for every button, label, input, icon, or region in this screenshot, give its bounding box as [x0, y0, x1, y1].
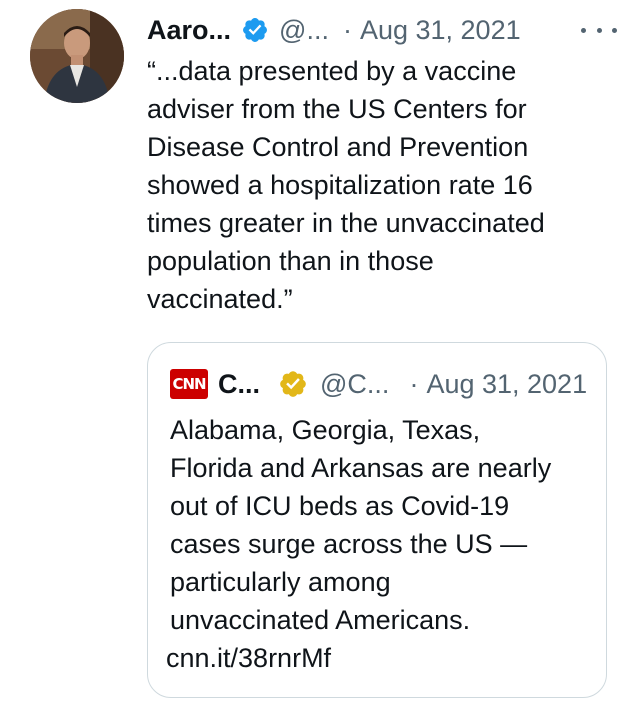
quoted-tweet[interactable]: CNN C... @C... · Aug 31, 2021 Alabama, G…	[147, 342, 607, 698]
quoted-author-name[interactable]: C...	[218, 369, 260, 400]
quoted-tweet-text: Alabama, Georgia, Texas, Florida and Ark…	[170, 415, 552, 635]
quoted-tweet-link[interactable]: cnn.it/38rnrMf	[166, 639, 331, 677]
more-horizontal-icon[interactable]	[581, 16, 617, 44]
quoted-tweet-header: CNN C... @C... · Aug 31, 2021	[170, 365, 590, 403]
tweet-text: “...data presented by a vaccine adviser …	[147, 56, 545, 314]
tweet-date[interactable]: Aug 31, 2021	[360, 15, 521, 46]
quoted-separator-dot: ·	[409, 368, 419, 399]
quoted-author-handle[interactable]: @C...	[320, 369, 389, 400]
gold-verified-badge-icon	[280, 371, 306, 397]
tweet-header: Aaro... @... · Aug 31, 2021	[147, 10, 617, 50]
cnn-logo-icon: CNN	[170, 369, 208, 399]
separator-dot: ·	[342, 14, 352, 45]
author-avatar[interactable]	[30, 9, 124, 103]
quoted-tweet-date[interactable]: Aug 31, 2021	[426, 369, 587, 400]
tweet[interactable]: Aaro... @... · Aug 31, 2021 “...data pre…	[0, 0, 626, 702]
author-name[interactable]: Aaro...	[147, 15, 231, 46]
avatar-photo	[30, 9, 124, 103]
verified-badge-icon	[243, 18, 267, 42]
author-handle[interactable]: @...	[279, 15, 329, 46]
